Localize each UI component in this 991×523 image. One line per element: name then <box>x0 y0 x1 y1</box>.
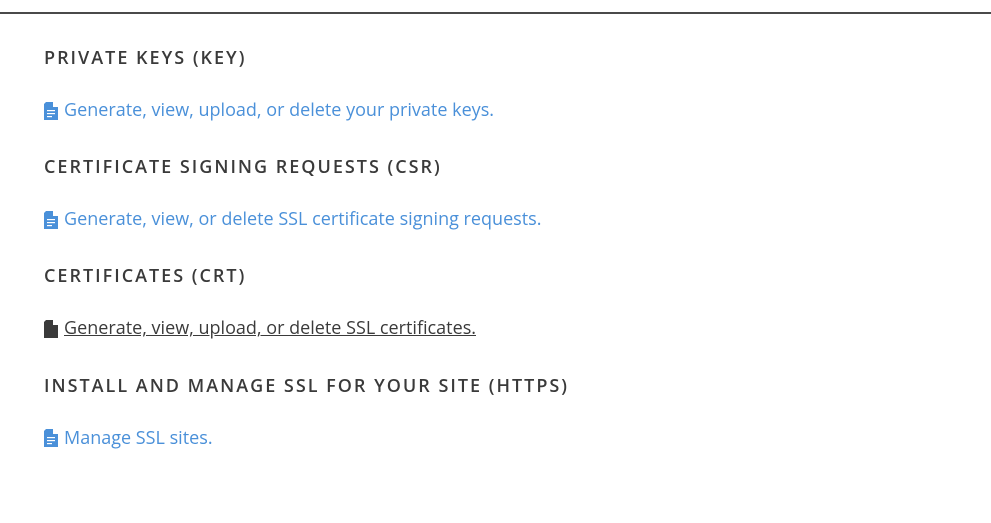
content-container: PRIVATE KEYS (KEY) Generate, view, uploa… <box>0 46 991 451</box>
section-csr: CERTIFICATE SIGNING REQUESTS (CSR) Gener… <box>44 155 947 232</box>
link-csr[interactable]: Generate, view, or delete SSL certificat… <box>64 207 541 232</box>
link-row-private-keys: Generate, view, upload, or delete your p… <box>44 98 947 123</box>
heading-private-keys: PRIVATE KEYS (KEY) <box>44 46 947 70</box>
document-icon <box>44 102 58 120</box>
link-certificates[interactable]: Generate, view, upload, or delete SSL ce… <box>64 316 476 341</box>
section-private-keys: PRIVATE KEYS (KEY) Generate, view, uploa… <box>44 46 947 123</box>
link-row-certificates: Generate, view, upload, or delete SSL ce… <box>44 316 947 341</box>
top-divider <box>0 12 991 14</box>
link-row-csr: Generate, view, or delete SSL certificat… <box>44 207 947 232</box>
document-icon <box>44 429 58 447</box>
link-row-manage-ssl: Manage SSL sites. <box>44 426 947 451</box>
document-icon <box>44 211 58 229</box>
document-icon <box>44 320 58 338</box>
section-manage-ssl: INSTALL AND MANAGE SSL FOR YOUR SITE (HT… <box>44 374 947 451</box>
section-certificates: CERTIFICATES (CRT) Generate, view, uploa… <box>44 264 947 341</box>
link-private-keys[interactable]: Generate, view, upload, or delete your p… <box>64 98 494 123</box>
heading-csr: CERTIFICATE SIGNING REQUESTS (CSR) <box>44 155 947 179</box>
heading-certificates: CERTIFICATES (CRT) <box>44 264 947 288</box>
link-manage-ssl[interactable]: Manage SSL sites. <box>64 426 213 451</box>
heading-manage-ssl: INSTALL AND MANAGE SSL FOR YOUR SITE (HT… <box>44 374 947 398</box>
